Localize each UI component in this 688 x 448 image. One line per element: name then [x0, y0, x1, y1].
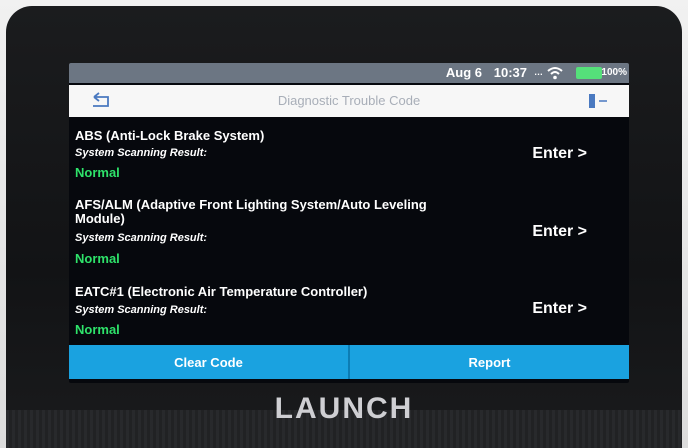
title-bar: Diagnostic Trouble Code — [69, 85, 629, 117]
enter-button[interactable]: Enter > — [532, 300, 587, 318]
device-screen: Aug 6 10:37 … 100% Diagnostic Trouble Co… — [69, 63, 629, 383]
report-button[interactable]: Report — [350, 345, 629, 379]
enter-button[interactable]: Enter > — [532, 145, 587, 163]
status-time: 10:37 — [493, 65, 527, 80]
system-row: AFS/ALM (Adaptive Front Lighting System/… — [69, 196, 629, 272]
scan-result-label: System Scanning Result: — [75, 304, 208, 316]
system-name: ABS (Anti-Lock Brake System) — [75, 128, 265, 143]
system-row: ABS (Anti-Lock Brake System) System Scan… — [69, 125, 629, 185]
scan-result-value: Normal — [75, 322, 120, 337]
signal-indicator: … — [534, 67, 543, 77]
battery-percent: 100% — [601, 67, 627, 78]
system-name: EATC#1 (Electronic Air Temperature Contr… — [75, 284, 368, 299]
bottom-action-bar: Clear Code Report — [69, 345, 629, 379]
scan-result-label: System Scanning Result: — [75, 147, 208, 159]
exit-icon[interactable] — [587, 91, 609, 111]
system-row: EATC#1 (Electronic Air Temperature Contr… — [69, 285, 629, 343]
status-date: Aug 6 — [445, 65, 482, 80]
page-title: Diagnostic Trouble Code — [277, 93, 421, 108]
scan-result-value: Normal — [75, 251, 120, 266]
system-name: AFS/ALM (Adaptive Front Lighting System/… — [75, 197, 427, 226]
status-bar: Aug 6 10:37 … 100% — [69, 63, 629, 83]
device-brand-logo: LAUNCH — [274, 392, 414, 425]
wifi-icon — [547, 67, 563, 80]
scan-result-value: Normal — [75, 165, 120, 180]
clear-code-button[interactable]: Clear Code — [69, 345, 348, 379]
battery-icon — [576, 67, 602, 79]
scan-result-label: System Scanning Result: — [75, 232, 208, 244]
enter-button[interactable]: Enter > — [532, 223, 587, 241]
